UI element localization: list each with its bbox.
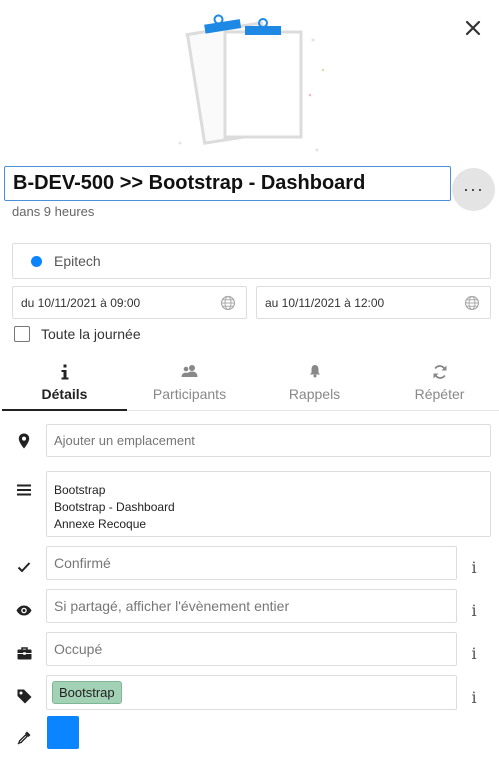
- description-line: Annexe Recoque: [54, 517, 147, 531]
- tags-input[interactable]: Bootstrap: [46, 675, 457, 710]
- status-value: Confirmé: [54, 555, 111, 571]
- event-color-swatch[interactable]: [47, 716, 79, 749]
- availability-value: Occupé: [54, 641, 103, 657]
- tab-details-label: Détails: [41, 386, 88, 402]
- tag-chip[interactable]: Bootstrap: [52, 681, 122, 704]
- tag-icon: [16, 688, 32, 704]
- tab-participants[interactable]: Participants: [127, 360, 252, 411]
- calendar-select[interactable]: Epitech: [12, 243, 491, 279]
- clipboard-illustration-icon: [178, 14, 325, 152]
- location-input[interactable]: [46, 424, 491, 457]
- all-day-label: Toute la journée: [41, 326, 141, 342]
- status-select[interactable]: Confirmé: [46, 546, 457, 580]
- bell-icon: [309, 365, 320, 378]
- more-options-button[interactable]: ···: [452, 168, 495, 211]
- briefcase-icon: [16, 645, 32, 661]
- globe-icon[interactable]: [220, 295, 236, 311]
- visibility-select[interactable]: Si partagé, afficher l'évènement entier: [46, 589, 457, 623]
- end-date-text: au 10/11/2021 à 12:00: [265, 295, 385, 310]
- end-date-field[interactable]: au 10/11/2021 à 12:00: [256, 286, 491, 319]
- start-date-field[interactable]: du 10/11/2021 à 09:00: [12, 286, 247, 319]
- description-line: Bootstrap - Dashboard: [54, 500, 175, 514]
- globe-icon[interactable]: [464, 295, 480, 311]
- description-line: Bootstrap: [54, 483, 106, 497]
- event-tabs: Détails Participants Rappels Répéter: [2, 360, 499, 411]
- description-textarea[interactable]: Bootstrap Bootstrap - Dashboard Annexe R…: [46, 471, 491, 537]
- calendar-color-dot: [31, 255, 42, 267]
- close-icon: [465, 20, 481, 36]
- description-lines-icon: [16, 482, 32, 498]
- eye-icon: [16, 602, 32, 618]
- availability-select[interactable]: Occupé: [46, 632, 457, 666]
- start-date-text: du 10/11/2021 à 09:00: [21, 295, 141, 310]
- all-day-checkbox[interactable]: [14, 326, 30, 342]
- availability-info-icon[interactable]: i: [468, 644, 480, 663]
- info-icon: [61, 364, 68, 380]
- all-day-toggle[interactable]: Toute la journée: [14, 326, 141, 342]
- status-info-icon[interactable]: i: [468, 558, 480, 577]
- tags-info-icon[interactable]: i: [468, 688, 480, 707]
- event-title-input[interactable]: [4, 166, 451, 201]
- tab-participants-label: Participants: [152, 386, 227, 402]
- relative-time-label: dans 9 heures: [12, 204, 95, 219]
- visibility-info-icon[interactable]: i: [468, 601, 480, 620]
- calendar-name: Epitech: [54, 253, 101, 269]
- tab-repeat-label: Répéter: [414, 386, 465, 402]
- close-button[interactable]: [462, 17, 484, 39]
- tab-reminders[interactable]: Rappels: [252, 360, 377, 411]
- tab-details[interactable]: Détails: [2, 360, 127, 411]
- tab-reminders-label: Rappels: [288, 386, 341, 402]
- visibility-value: Si partagé, afficher l'évènement entier: [54, 598, 290, 614]
- people-icon: [181, 365, 197, 377]
- tab-repeat[interactable]: Répéter: [377, 360, 499, 411]
- repeat-icon: [433, 365, 446, 379]
- empty-event-illustration: [175, 10, 325, 155]
- color-dropper-icon: [16, 729, 32, 745]
- location-pin-icon: [16, 433, 32, 449]
- check-icon: [16, 559, 32, 575]
